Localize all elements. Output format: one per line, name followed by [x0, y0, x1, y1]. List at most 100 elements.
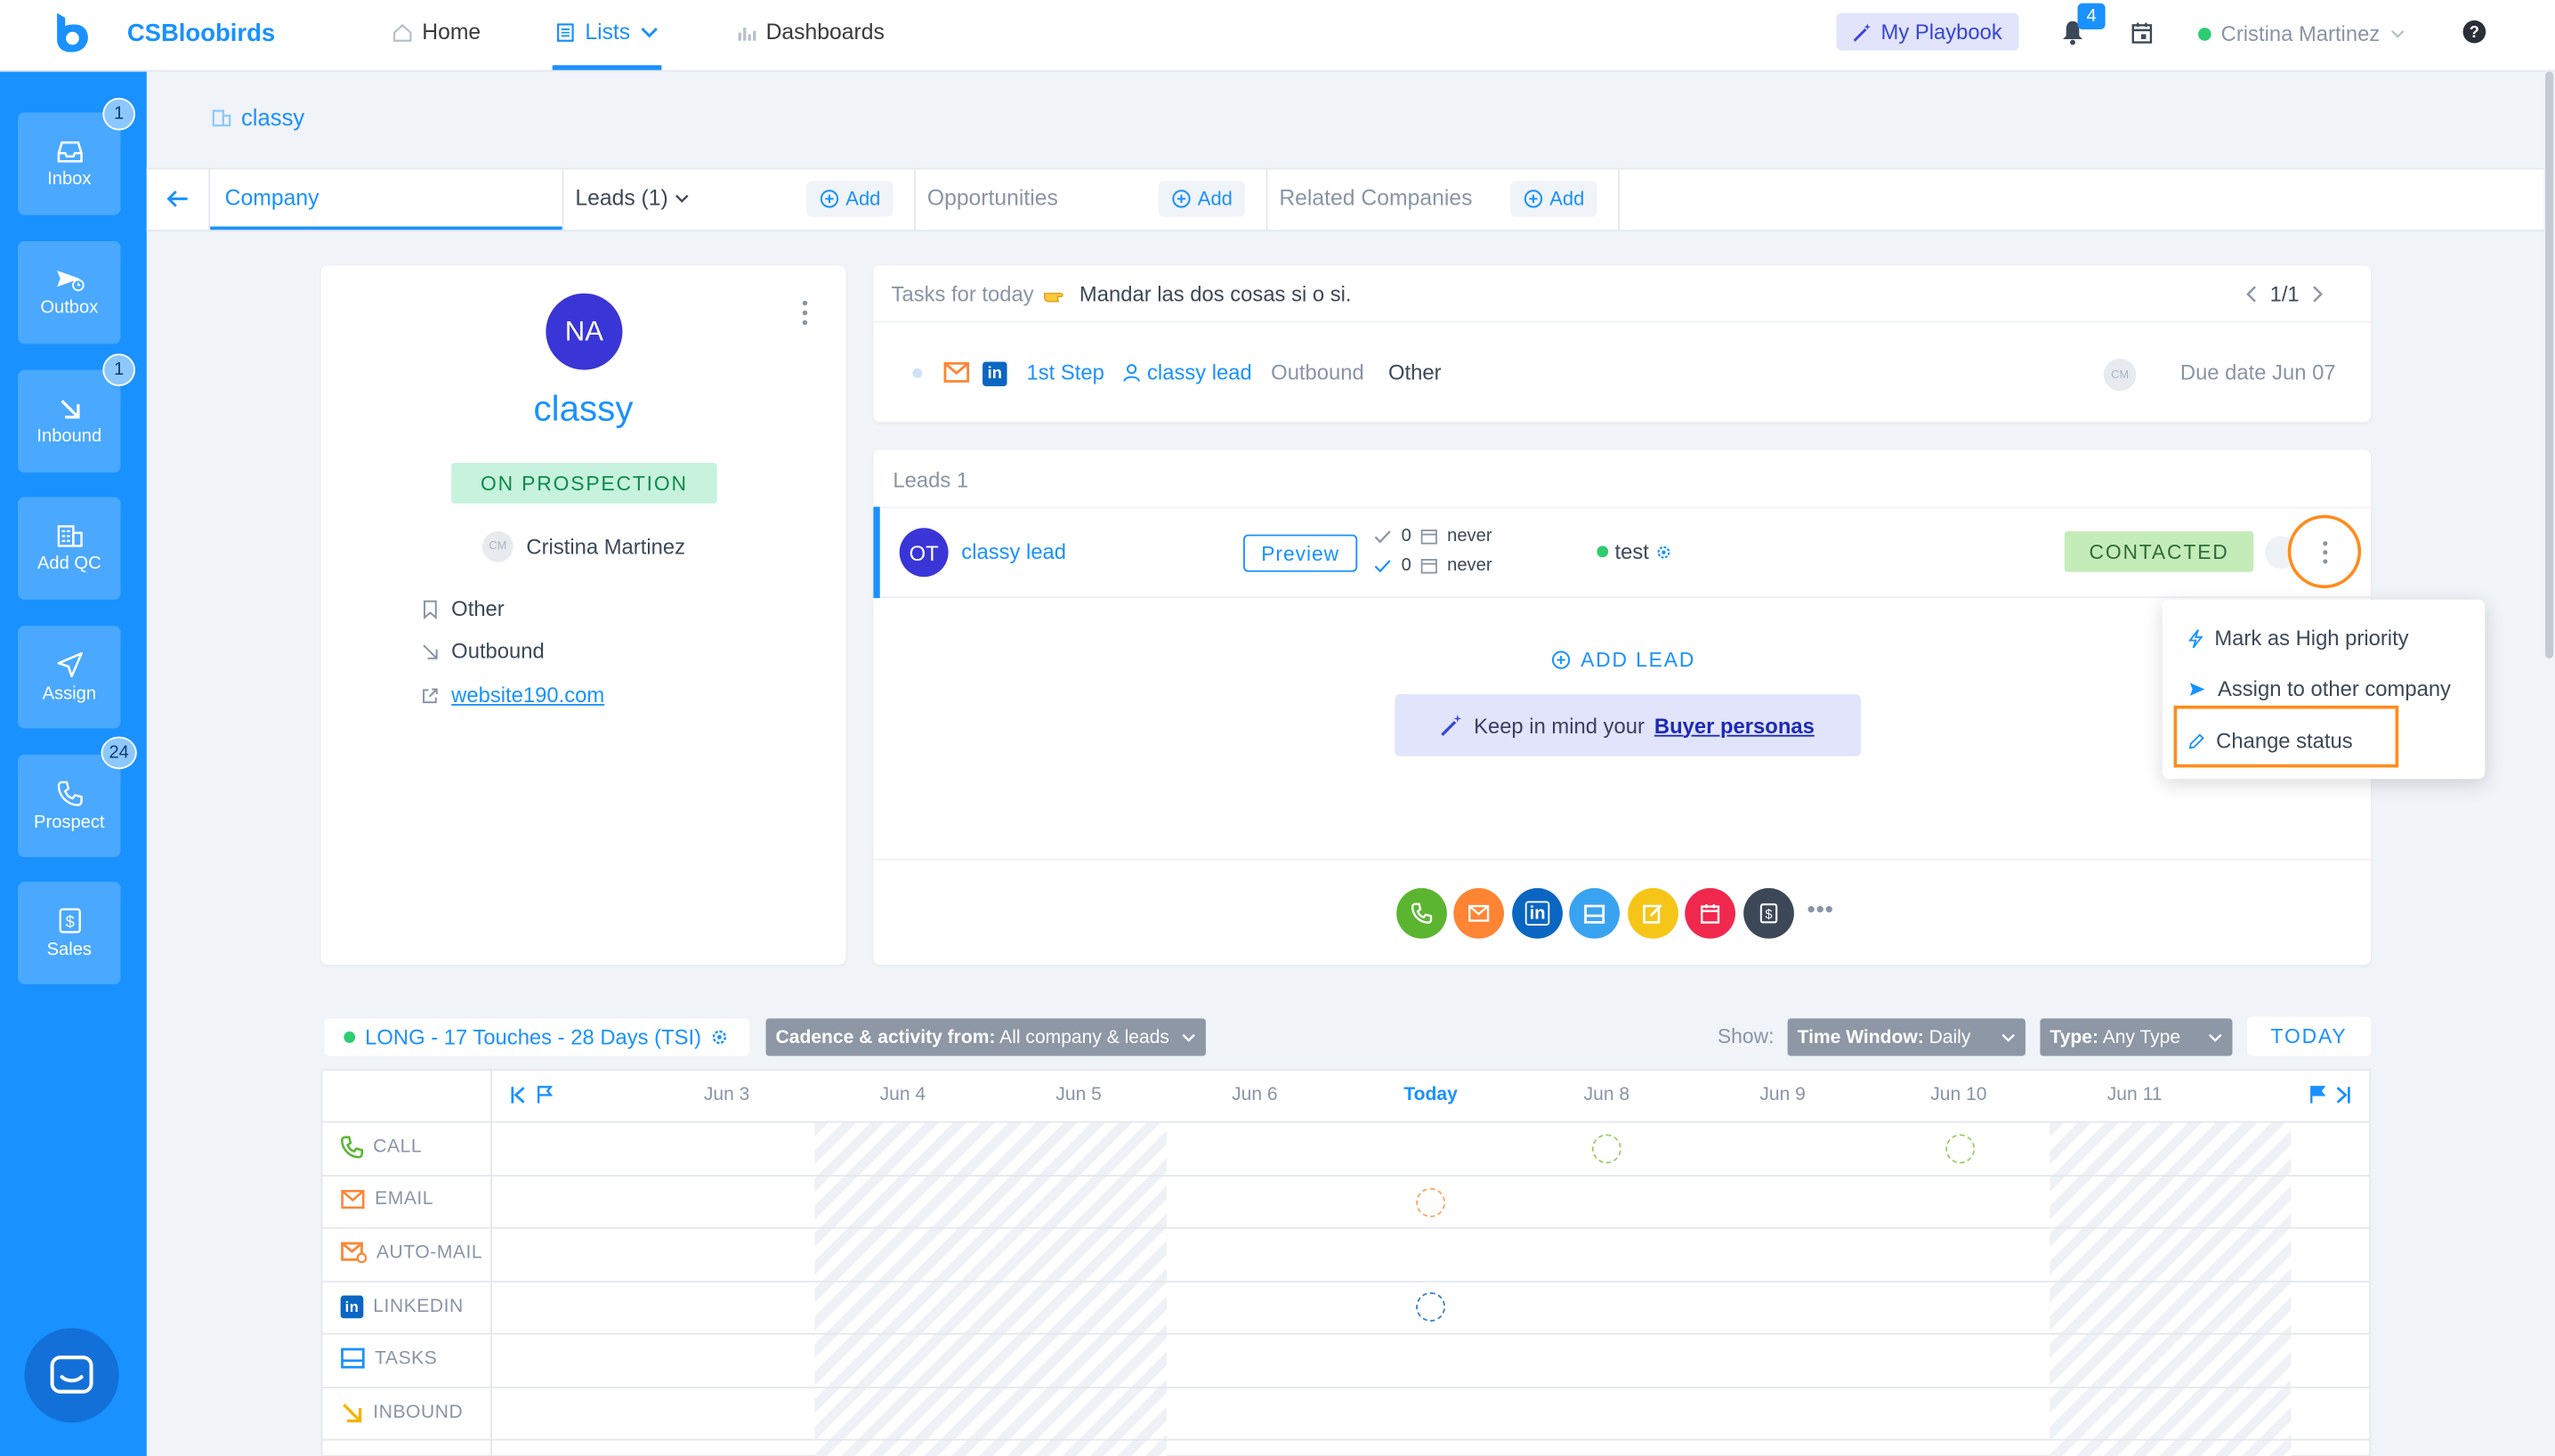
menu-item-high-priority[interactable]: Mark as High priority	[2188, 626, 2409, 651]
more-actions-icon[interactable]	[1807, 904, 1833, 914]
call-action-button[interactable]	[1396, 887, 1447, 939]
lead-options-button[interactable]	[2287, 514, 2362, 588]
cadence-selector[interactable]: LONG - 17 Touches - 28 Days (TSI)	[324, 1018, 750, 1056]
menu-item-assign-company[interactable]: Assign to other company	[2188, 676, 2451, 700]
last-touch-date: never	[1447, 555, 1492, 576]
tab-opportunities[interactable]: Opportunities	[927, 186, 1058, 210]
tab-divider	[562, 167, 564, 232]
sidebar-item-assign[interactable]: Assign	[18, 626, 121, 729]
brand-name[interactable]: CSBloobirds	[127, 20, 275, 47]
preview-button[interactable]: Preview	[1243, 534, 1358, 572]
chevron-down-icon	[640, 25, 658, 38]
company-source: Other	[422, 596, 505, 621]
time-window-select[interactable]: Time Window: Daily	[1787, 1018, 2025, 1056]
plus-circle-icon	[820, 189, 839, 208]
building-icon	[212, 109, 231, 126]
plus-circle-icon	[1524, 189, 1543, 208]
skip-to-end-icon[interactable]	[2335, 1085, 2351, 1104]
scheduled-linkedin-marker[interactable]	[1416, 1291, 1446, 1322]
scheduled-email-marker[interactable]	[1416, 1187, 1446, 1217]
grid-line	[320, 1332, 2372, 1335]
sidebar-item-inbox[interactable]: Inbox	[18, 112, 121, 215]
day-label: Jun 10	[1930, 1085, 1987, 1105]
company-name: classy	[533, 387, 634, 429]
row-label-automail: AUTO-MAIL	[341, 1242, 482, 1264]
phone-icon	[1411, 902, 1433, 924]
today-button[interactable]: TODAY	[2246, 1016, 2372, 1056]
tab-divider	[1618, 167, 1621, 232]
double-check-icon	[1374, 558, 1392, 572]
website-link[interactable]: website190.com	[451, 683, 604, 707]
calendar-icon	[1700, 902, 1721, 924]
user-menu[interactable]: Cristina Martinez	[2198, 21, 2405, 45]
linkedin-action-button[interactable]: in	[1512, 887, 1563, 939]
add-related-company-button[interactable]: Add	[1510, 181, 1598, 217]
buyer-personas-banner: Keep in mind your Buyer personas	[1395, 694, 1862, 756]
nav-active-indicator	[552, 65, 662, 70]
row-label-linkedin: in LINKEDIN	[340, 1295, 464, 1319]
company-status-badge[interactable]: ON PROSPECTION	[451, 463, 717, 504]
task-action-button[interactable]	[1569, 887, 1621, 939]
sidebar-item-label: Sales	[46, 939, 93, 959]
tasks-header: Tasks for today Mandar las dos cosas si …	[892, 282, 1352, 306]
grid-line	[320, 1120, 2372, 1123]
chat-support-button[interactable]	[24, 1328, 119, 1423]
nav-home[interactable]: Home	[392, 20, 481, 44]
last-touch-date: never	[1447, 526, 1492, 546]
page-scrollbar-thumb[interactable]	[2545, 71, 2554, 659]
breadcrumb[interactable]: classy	[212, 104, 304, 130]
select-label: Type:	[2050, 1027, 2099, 1048]
touch-count: 0	[1401, 526, 1411, 546]
calendar-icon[interactable]	[2131, 21, 2153, 44]
flag-filled-icon[interactable]	[2309, 1085, 2325, 1104]
help-icon[interactable]: ?	[2462, 20, 2486, 44]
lead-tag[interactable]: test	[1597, 539, 1671, 564]
back-arrow-icon[interactable]	[166, 189, 190, 208]
email-action-button[interactable]	[1453, 887, 1505, 939]
add-lead-tab-button[interactable]: Add	[806, 181, 894, 217]
cadence-activity-filter[interactable]: Cadence & activity from: All company & l…	[765, 1018, 1206, 1056]
lead-name[interactable]: classy lead	[961, 539, 1066, 563]
my-playbook-button[interactable]: My Playbook	[1836, 12, 2019, 51]
tab-leads[interactable]: Leads (1)	[575, 186, 689, 210]
chat-icon	[49, 1355, 94, 1397]
sidebar-item-add-qc[interactable]: Add QC	[18, 497, 121, 600]
plus-circle-icon	[1551, 651, 1571, 670]
sidebar-item-sales[interactable]: $ Sales	[18, 881, 121, 984]
chevron-right-icon[interactable]	[2312, 285, 2324, 303]
company-card	[320, 265, 846, 965]
flag-icon[interactable]	[536, 1085, 553, 1104]
tab-related-companies[interactable]: Related Companies	[1279, 186, 1472, 210]
add-opportunity-button[interactable]: Add	[1158, 181, 1246, 217]
grid-line	[320, 1387, 2372, 1389]
kebab-menu-icon[interactable]	[800, 300, 810, 326]
lead-status-badge[interactable]: CONTACTED	[2064, 530, 2254, 572]
chevron-left-icon[interactable]	[2245, 285, 2257, 303]
scheduled-call-marker[interactable]	[1945, 1134, 1976, 1164]
sidebar-item-outbox[interactable]: Outbox	[18, 240, 121, 344]
nav-lists[interactable]: Lists	[555, 20, 658, 44]
opportunity-action-button[interactable]: $	[1743, 887, 1794, 939]
buyer-personas-link[interactable]: Buyer personas	[1654, 713, 1815, 737]
buyer-prefix: Keep in mind your	[1474, 713, 1645, 738]
sidebar-item-inbound[interactable]: Inbound	[18, 369, 121, 473]
task-step[interactable]: 1st Step	[1027, 360, 1104, 384]
nav-dashboards[interactable]: Dashboards	[737, 20, 885, 44]
sidebar-item-prospect[interactable]: Prospect	[18, 754, 121, 858]
scheduled-call-marker[interactable]	[1591, 1134, 1621, 1164]
linkedin-icon: in	[1524, 901, 1550, 926]
avatar: OT	[899, 528, 949, 578]
nav-lists-label: Lists	[585, 19, 631, 44]
inbox-icon	[56, 140, 82, 163]
brand-logo-icon[interactable]	[53, 12, 89, 53]
automail-icon	[341, 1242, 367, 1264]
meeting-action-button[interactable]	[1685, 887, 1736, 939]
note-action-button[interactable]	[1628, 887, 1678, 939]
task-lead[interactable]: classy lead	[1123, 360, 1252, 384]
tab-company[interactable]: Company	[225, 186, 319, 210]
inbound-count-badge: 1	[102, 353, 135, 386]
add-lead-button[interactable]: ADD LEAD	[1551, 649, 1695, 671]
skip-to-start-icon[interactable]	[510, 1085, 526, 1104]
sidebar-item-label: Add QC	[36, 553, 101, 573]
type-select[interactable]: Type: Any Type	[2040, 1018, 2233, 1056]
